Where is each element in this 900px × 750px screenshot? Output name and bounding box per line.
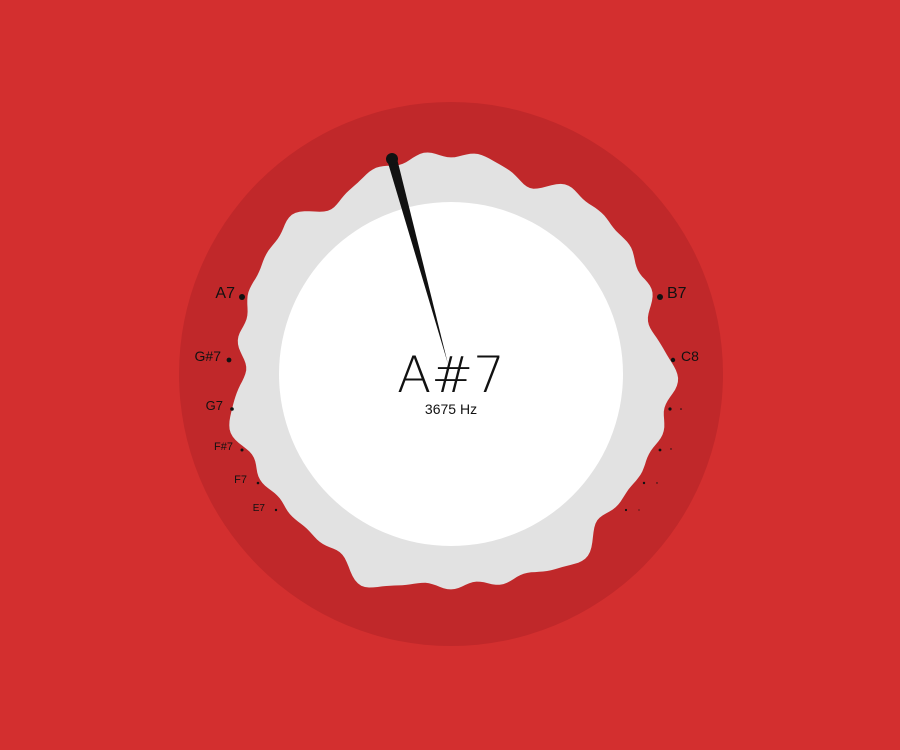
- tick-right-3b: [680, 408, 682, 410]
- label-a7: A7: [215, 285, 235, 302]
- label-b7: B7: [667, 285, 687, 302]
- tick-right-6b: [638, 509, 640, 511]
- tick-right-4b: [670, 448, 672, 450]
- label-g-sharp-7: G#7: [195, 348, 222, 364]
- tick-c8: [670, 357, 676, 363]
- frequency-readout: 3675 Hz: [425, 401, 477, 417]
- label-g7: G7: [206, 398, 223, 413]
- tick-right-3: [668, 407, 672, 411]
- tick-e7: [274, 508, 278, 512]
- tick-right-6: [624, 508, 628, 512]
- label-e7: E7: [253, 503, 266, 514]
- label-f-sharp-7: F#7: [214, 441, 233, 453]
- tick-f7: [256, 481, 260, 485]
- tick-right-5b: [656, 482, 658, 484]
- label-c8: C8: [681, 348, 699, 364]
- tick-b7: [657, 294, 663, 300]
- tick-right-5: [642, 481, 646, 485]
- tick-g-sharp-7: [226, 357, 232, 363]
- tick-f-sharp-7: [240, 448, 244, 452]
- tick-right-4: [658, 448, 662, 452]
- current-note: A#7: [397, 346, 505, 404]
- needle-tip: [386, 153, 398, 165]
- label-f7: F7: [234, 474, 247, 486]
- tick-g7: [230, 407, 234, 411]
- tick-a7: [239, 294, 245, 300]
- tuner-display: A7 G#7 G7 F#7 F7 E7 B7 C8 A#7 3675 Hz: [179, 102, 723, 646]
